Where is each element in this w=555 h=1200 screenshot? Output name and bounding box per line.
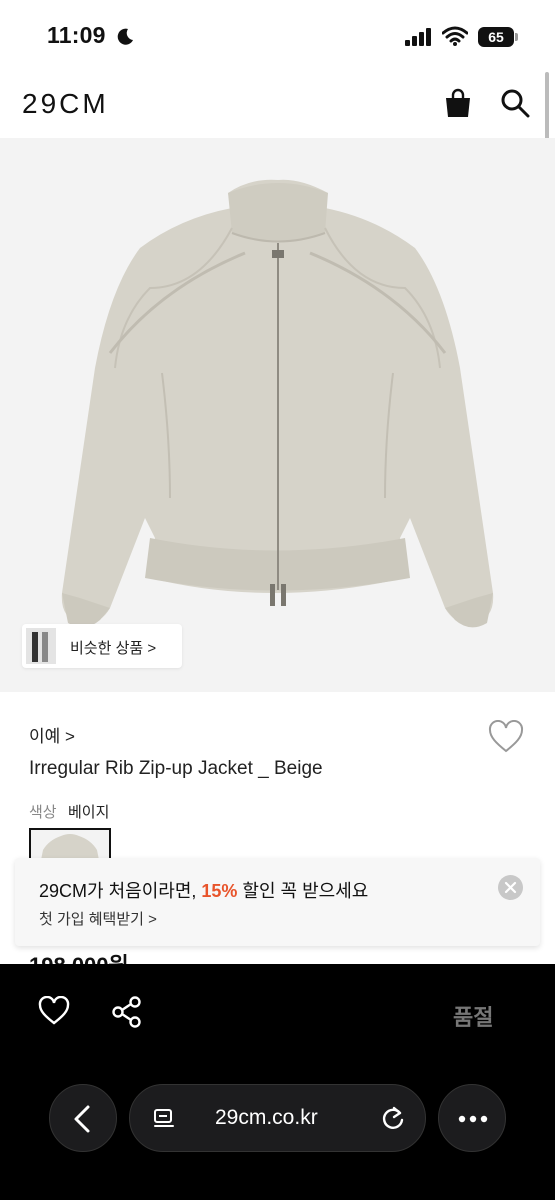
signal-icon xyxy=(405,28,431,46)
bottom-bar: 품절 29cm.co.kr xyxy=(0,964,555,1200)
promo-signup-link[interactable]: 첫 가입 혜택받기 > xyxy=(39,908,157,929)
shopping-bag-icon[interactable] xyxy=(444,88,472,118)
url-text: 29cm.co.kr xyxy=(215,1106,318,1129)
color-value: 베이지 xyxy=(68,804,110,821)
moon-icon xyxy=(117,28,133,45)
chevron-left-icon xyxy=(74,1105,90,1133)
more-options-button[interactable] xyxy=(438,1084,506,1152)
battery-tip xyxy=(515,33,518,41)
wifi-icon xyxy=(442,26,468,46)
brand-link[interactable]: 이예 > xyxy=(29,722,75,747)
status-time: 11:09 xyxy=(47,22,106,48)
similar-thumbnail xyxy=(26,628,56,664)
promo-title: 29CM가 처음이라면, 15% 할인 꼭 받으세요 xyxy=(39,877,368,903)
promo-title-prefix: 29CM가 처음이라면, xyxy=(39,881,202,901)
logo[interactable]: 29CM xyxy=(22,88,109,120)
promo-banner[interactable]: 29CM가 처음이라면, 15% 할인 꼭 받으세요 첫 가입 혜택받기 > xyxy=(15,858,540,946)
share-icon[interactable] xyxy=(112,996,142,1028)
ellipsis-icon xyxy=(458,1115,488,1123)
promo-title-suffix: 할인 꼭 받으세요 xyxy=(237,881,369,901)
back-button[interactable] xyxy=(49,1084,117,1152)
status-bar: 11:09 65 xyxy=(0,0,555,72)
promo-discount: 15% xyxy=(201,881,238,901)
reload-icon[interactable] xyxy=(380,1105,406,1131)
color-label: 색상 xyxy=(29,804,57,821)
soldout-label: 품절 xyxy=(453,1005,494,1030)
like-icon[interactable] xyxy=(488,720,524,754)
heart-icon[interactable] xyxy=(38,996,70,1026)
jacket-illustration xyxy=(61,179,494,628)
product-image[interactable]: 비슷한 상품 > xyxy=(0,138,555,692)
similar-products-button[interactable]: 비슷한 상품 > xyxy=(22,624,182,668)
similar-products-label: 비슷한 상품 > xyxy=(70,640,157,657)
battery-indicator: 65 xyxy=(478,27,514,47)
search-icon[interactable] xyxy=(500,88,530,118)
close-icon[interactable] xyxy=(498,875,523,900)
address-bar[interactable]: 29cm.co.kr xyxy=(129,1084,426,1152)
product-name: Irregular Rib Zip-up Jacket _ Beige xyxy=(29,758,323,779)
reader-icon[interactable] xyxy=(152,1107,176,1131)
app-header: 29CM xyxy=(0,72,555,138)
